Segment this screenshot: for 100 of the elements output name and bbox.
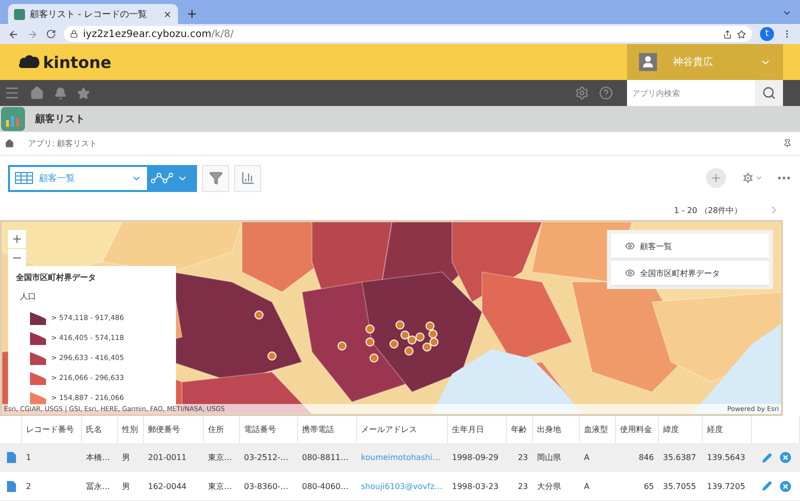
table-cell-text: 2 <box>25 480 32 492</box>
back-icon[interactable] <box>8 28 19 40</box>
close-icon[interactable] <box>163 10 172 18</box>
table-cell-text: 東京… <box>207 480 233 492</box>
pagination-text: 1 - 20 （28件中） <box>674 204 742 216</box>
column-header[interactable]: 経度 <box>703 416 752 443</box>
chart-button[interactable] <box>234 164 261 192</box>
settings-icon[interactable] <box>575 86 589 100</box>
table-cell-text: 1998-03-23 <box>451 480 500 492</box>
search-button[interactable] <box>755 80 783 106</box>
url-text: iyz2z1ez9ear.cybozu.com <box>83 28 212 40</box>
location-marker[interactable] <box>268 352 276 360</box>
table-cell-text: A <box>583 480 590 492</box>
column-header[interactable]: 血液型 <box>580 416 616 443</box>
table-icon <box>15 172 33 184</box>
location-marker[interactable] <box>428 330 438 338</box>
table-cell-text: 139.5643 <box>706 452 746 464</box>
location-marker[interactable] <box>416 332 424 342</box>
home-icon[interactable] <box>5 139 14 148</box>
table-cell-text: 男 <box>121 452 131 464</box>
location-marker[interactable] <box>390 340 398 348</box>
plus-icon <box>710 172 722 184</box>
layer-item[interactable]: 顧客一覧 <box>611 234 769 258</box>
legend-subtitle: 人口 <box>20 291 37 302</box>
edit-icon[interactable] <box>762 481 772 491</box>
app-icon <box>1 107 25 131</box>
location-marker[interactable] <box>370 354 378 362</box>
line-chart-icon <box>151 172 173 184</box>
location-marker[interactable] <box>366 338 374 346</box>
table-cell-text: 23 <box>516 480 529 492</box>
column-header[interactable]: 使用料金 <box>616 416 659 443</box>
x-circle-icon[interactable] <box>780 480 790 492</box>
star-icon[interactable] <box>737 30 746 38</box>
location-marker[interactable] <box>338 342 346 350</box>
filter-button[interactable] <box>202 164 229 192</box>
bar-chart-icon <box>240 171 254 185</box>
share-icon[interactable] <box>723 30 732 38</box>
table-cell-text: 080-8811… <box>301 452 350 464</box>
column-header[interactable]: 緯度 <box>659 416 703 443</box>
star-icon[interactable] <box>77 86 90 100</box>
table-cell-text: 1 <box>25 452 32 464</box>
column-header[interactable]: 出身地 <box>533 416 580 443</box>
table-cell-text: 080-4060… <box>301 480 350 492</box>
table-cell-text: 03-8360-… <box>243 480 290 492</box>
location-marker[interactable] <box>422 342 432 352</box>
settings-button[interactable] <box>741 171 763 185</box>
column-header[interactable]: 年齢 <box>507 416 533 443</box>
add-button[interactable] <box>706 168 726 188</box>
new-tab-icon[interactable] <box>186 8 198 20</box>
legend-title: 全国市区町村界データ <box>16 272 97 283</box>
address-bar[interactable]: iyz2z1ez9ear.cybozu.com/k/8/ <box>64 26 752 42</box>
kintone-logo: kintone <box>18 52 627 72</box>
column-header[interactable]: 性別 <box>118 416 144 443</box>
pin-icon[interactable] <box>783 139 792 148</box>
cloud-logo-icon <box>18 54 40 70</box>
reload-icon[interactable] <box>46 29 56 39</box>
location-marker[interactable] <box>366 324 374 334</box>
funnel-icon <box>208 171 222 185</box>
table-cell-text: 201-0011 <box>147 452 188 464</box>
favicon-icon <box>14 8 25 20</box>
zoom-in-button[interactable] <box>8 230 26 248</box>
zoom-out-button[interactable] <box>8 249 26 267</box>
column-header[interactable]: 携帯電話 <box>298 416 357 443</box>
bell-icon[interactable] <box>54 86 67 100</box>
location-marker[interactable] <box>400 330 410 340</box>
location-marker[interactable] <box>408 336 416 344</box>
location-marker[interactable] <box>426 322 434 330</box>
location-marker[interactable] <box>396 320 404 330</box>
location-marker[interactable] <box>404 346 414 356</box>
location-marker[interactable] <box>254 310 264 320</box>
table-cell-text: 65 <box>642 480 655 492</box>
breadcrumb-link[interactable]: アプリ: 顧客リスト <box>28 138 98 149</box>
edit-icon[interactable] <box>762 452 772 462</box>
settings-icon <box>741 171 755 185</box>
home-icon[interactable] <box>30 86 44 100</box>
layer-item[interactable]: 全国市区町村界データ <box>611 261 769 285</box>
table-row[interactable]: 1 本橋… 男 201-0011 東京… 03-2512-… 080-8811… koumeimotohashi… 1998-09-29 23 岡山県 A 846 35.6387 139.5643 <box>0 444 800 472</box>
table-cell-text: 23 <box>516 452 529 464</box>
table-cell-text: 162-0044 <box>147 480 188 492</box>
table-cell-text: 男 <box>121 480 131 492</box>
help-icon[interactable] <box>599 86 613 100</box>
user-icon <box>641 55 655 69</box>
x-circle-icon[interactable] <box>780 452 790 463</box>
plus-icon <box>11 233 23 245</box>
column-header[interactable]: 電話番号 <box>240 416 298 443</box>
column-header[interactable]: 氏名 <box>82 416 118 443</box>
column-header[interactable]: 生年月日 <box>448 416 507 443</box>
menu-icon[interactable] <box>4 85 20 101</box>
app-title: 顧客リスト <box>35 112 85 126</box>
column-header[interactable]: 郵便番号 <box>144 416 204 443</box>
column-header[interactable]: 住所 <box>204 416 240 443</box>
search-field[interactable]: アプリ内検索 <box>627 80 755 106</box>
column-header[interactable]: レコード番号 <box>22 416 82 443</box>
table-cell-text: 139.7205 <box>706 480 746 492</box>
table-cell-text: 35.7055 <box>662 480 698 492</box>
browser-tab[interactable]: 顧客リスト - レコードの一覧 <box>8 4 178 24</box>
column-header[interactable]: メールアドレス <box>357 416 448 443</box>
profile-avatar[interactable]: t <box>760 27 774 41</box>
table-cell-text: 846 <box>638 452 655 464</box>
url-path: /k/8/ <box>211 28 234 40</box>
